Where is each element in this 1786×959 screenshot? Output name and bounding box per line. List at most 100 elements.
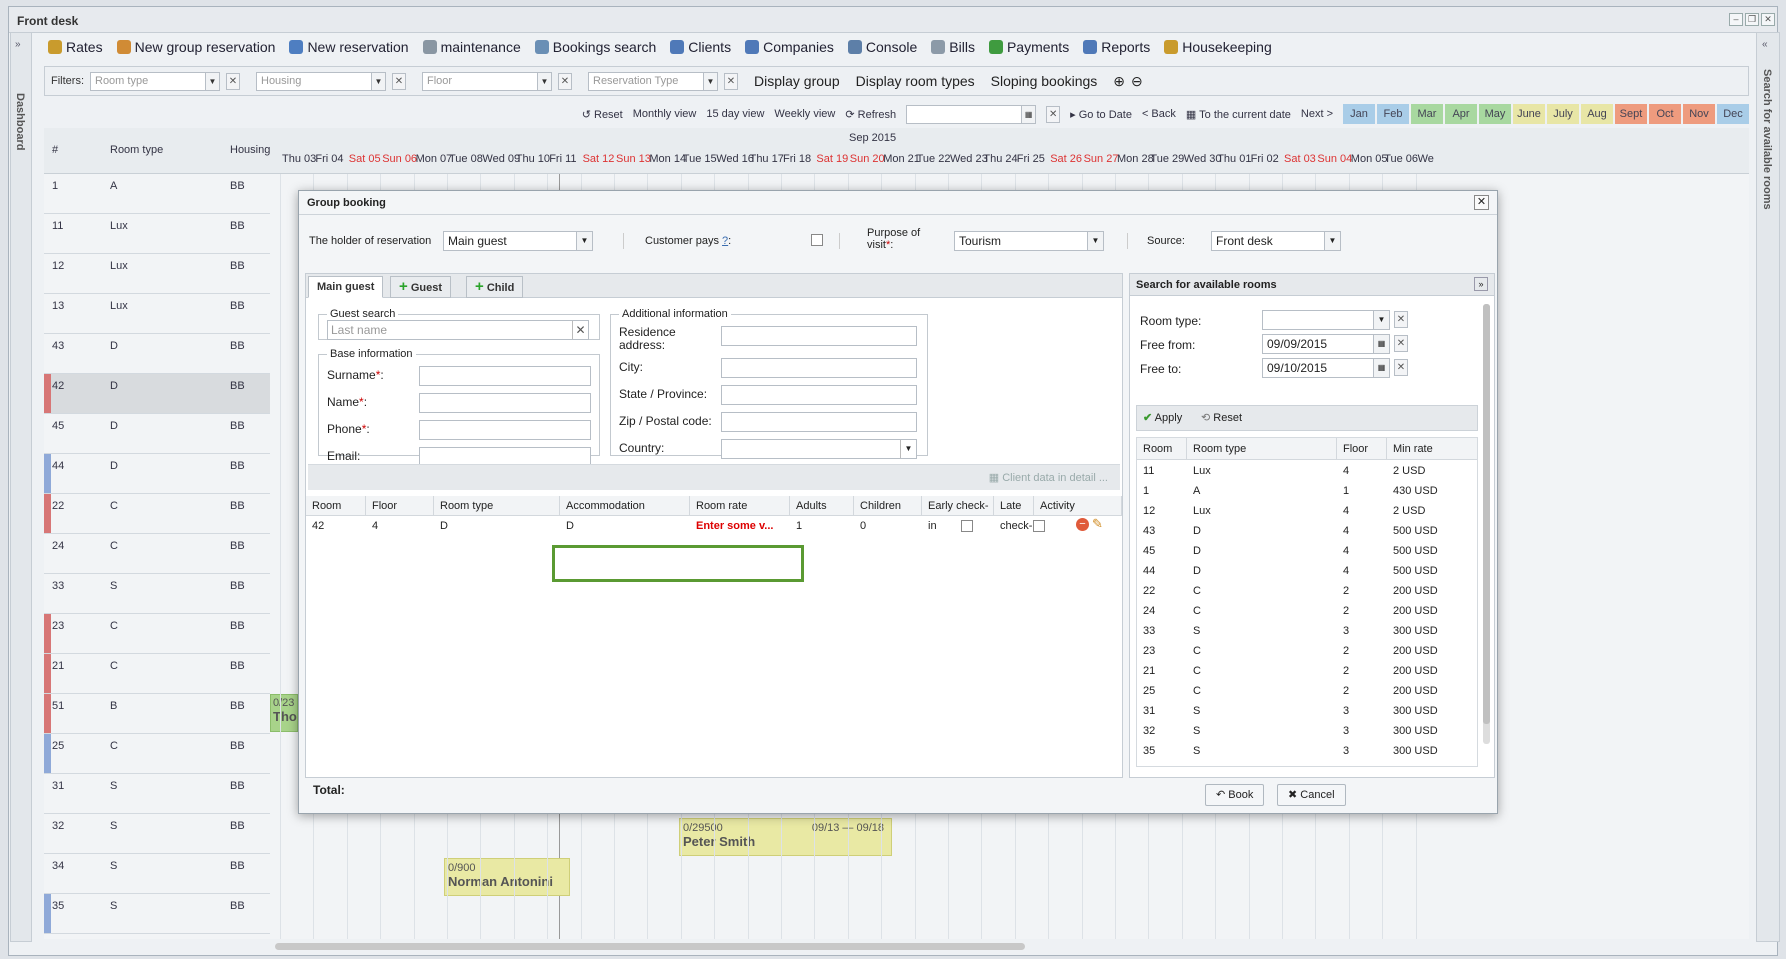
table-row[interactable]: 1 A 1 430 USD [1137, 481, 1477, 501]
room-row[interactable]: 24 C BB [44, 534, 270, 574]
room-row[interactable]: 25 C BB [44, 734, 270, 774]
room-row[interactable]: 31 S BB [44, 774, 270, 814]
chevron-down-icon[interactable]: ▼ [1324, 232, 1340, 250]
table-row[interactable]: 33 S 3 300 USD [1137, 621, 1477, 641]
table-row[interactable]: 43 D 4 500 USD [1137, 521, 1477, 541]
reservation-type-filter[interactable]: Reservation Type ▼ [588, 71, 718, 91]
month-button[interactable]: Sept [1615, 104, 1647, 124]
chevron-down-icon[interactable]: ▼ [205, 72, 219, 90]
table-row[interactable]: 44 D 4 500 USD [1137, 561, 1477, 581]
column-header[interactable]: Room [1137, 438, 1187, 460]
toolbar-companies-button[interactable]: Companies [745, 39, 834, 55]
display-room-types-link[interactable]: Display room types [856, 73, 975, 89]
column-header[interactable]: Adults [790, 496, 854, 516]
room-row[interactable]: 11 Lux BB [44, 214, 270, 254]
column-header[interactable]: Min rate [1387, 438, 1477, 460]
table-row[interactable]: 24 C 2 200 USD [1137, 601, 1477, 621]
room-type-select[interactable]: ▼ [1262, 310, 1390, 330]
clear-icon[interactable]: ✕ [724, 72, 738, 90]
chevron-down-icon[interactable]: ▼ [703, 72, 717, 90]
room-row[interactable]: 13 Lux BB [44, 294, 270, 334]
month-button[interactable]: Feb [1377, 104, 1409, 124]
state-input[interactable] [721, 385, 917, 405]
refresh-button[interactable]: ⟳ Refresh [845, 108, 896, 121]
table-row[interactable]: 45 D 4 500 USD [1137, 541, 1477, 561]
chevron-down-icon[interactable]: ▼ [371, 72, 385, 90]
column-header[interactable]: Room rate [690, 496, 790, 516]
toolbar-reports-button[interactable]: Reports [1083, 39, 1150, 55]
room-row[interactable]: 21 C BB [44, 654, 270, 694]
calendar-icon[interactable]: ▦ [1373, 359, 1389, 377]
column-header[interactable]: Activity [1034, 496, 1122, 516]
month-button[interactable]: July [1547, 104, 1579, 124]
table-row[interactable]: 12 Lux 4 2 USD [1137, 501, 1477, 521]
table-row[interactable]: 31 S 3 300 USD [1137, 701, 1477, 721]
room-row[interactable]: 43 D BB [44, 334, 270, 374]
dashboard-sidebar[interactable]: » Dashboard [10, 32, 32, 942]
toolbar-bills-button[interactable]: Bills [931, 39, 975, 55]
zip-input[interactable] [721, 412, 917, 432]
next-button[interactable]: Next > [1301, 108, 1333, 120]
booking-bar[interactable]: 0/2950009/13 — 09/18 Peter Smith [679, 818, 892, 856]
tab-main-guest[interactable]: Main guest [308, 276, 384, 298]
weekly-view-button[interactable]: Weekly view [774, 108, 835, 120]
close-icon[interactable]: ✕ [1474, 195, 1489, 210]
chevron-down-icon[interactable]: ▼ [1087, 232, 1103, 250]
column-header[interactable]: Room [306, 496, 366, 516]
room-row[interactable]: 1 A BB [44, 174, 270, 214]
clear-icon[interactable]: ✕ [572, 321, 588, 339]
calendar-icon[interactable]: ▦ [1021, 105, 1036, 123]
cell-accommodation[interactable]: D [560, 517, 574, 535]
month-button[interactable]: Jan [1343, 104, 1375, 124]
room-row[interactable]: 22 C BB [44, 494, 270, 534]
cell-room-rate[interactable]: Enter some v... [690, 517, 773, 535]
late-checkout-checkbox[interactable] [1033, 520, 1045, 532]
month-button[interactable]: May [1479, 104, 1511, 124]
table-row[interactable]: 21 C 2 200 USD [1137, 661, 1477, 681]
zoom-out-icon[interactable]: ⊖ [1131, 73, 1143, 90]
table-row[interactable]: 25 C 2 200 USD [1137, 681, 1477, 701]
sloping-bookings-link[interactable]: Sloping bookings [991, 73, 1098, 89]
free-from-input[interactable]: 09/09/2015 ▦ [1262, 334, 1390, 354]
restore-icon[interactable]: ❐ [1745, 13, 1759, 26]
clear-icon[interactable]: ✕ [1046, 105, 1061, 123]
column-header[interactable]: Accommodation [560, 496, 690, 516]
expand-icon[interactable]: » [15, 39, 21, 50]
room-row[interactable]: 32 S BB [44, 814, 270, 854]
month-button[interactable]: June [1513, 104, 1545, 124]
toolbar-new-group-reservation-button[interactable]: New group reservation [116, 39, 275, 55]
room-row[interactable]: 35 S BB [44, 894, 270, 934]
table-row[interactable]: 22 C 2 200 USD [1137, 581, 1477, 601]
edit-icon[interactable]: ✎ [1092, 516, 1103, 532]
column-header[interactable]: Room type [434, 496, 560, 516]
display-group-link[interactable]: Display group [754, 73, 840, 89]
source-select[interactable]: Front desk ▼ [1211, 231, 1341, 251]
table-row[interactable]: 23 C 2 200 USD [1137, 641, 1477, 661]
column-header[interactable]: Late check- [994, 496, 1034, 532]
room-row[interactable]: 44 D BB [44, 454, 270, 494]
table-row[interactable]: 35 S 3 300 USD [1137, 741, 1477, 761]
zoom-in-icon[interactable]: ⊕ [1113, 73, 1125, 90]
month-button[interactable]: Dec [1717, 104, 1749, 124]
back-button[interactable]: < Back [1142, 108, 1176, 120]
booking-bar[interactable]: 0/23 Tho [270, 694, 298, 732]
client-detail-button[interactable]: ▦ Client data in detail ... [989, 471, 1108, 484]
date-input[interactable]: ▦ [906, 104, 1037, 124]
reset-button[interactable]: ⟲ Reset [1201, 411, 1242, 424]
fifteen-day-view-button[interactable]: 15 day view [706, 108, 764, 120]
monthly-view-button[interactable]: Monthly view [633, 108, 697, 120]
chevron-down-icon[interactable]: ▼ [576, 232, 592, 250]
country-select[interactable]: ▼ [721, 439, 917, 459]
room-type-filter[interactable]: Room type ▼ [90, 71, 220, 91]
room-row[interactable]: 33 S BB [44, 574, 270, 614]
vertical-scrollbar[interactable] [1483, 304, 1490, 744]
room-row[interactable]: 12 Lux BB [44, 254, 270, 294]
book-button[interactable]: ↶ Book [1205, 784, 1265, 806]
early-checkin-checkbox[interactable] [961, 520, 973, 532]
toolbar-clients-button[interactable]: Clients [670, 39, 731, 55]
toolbar-maintenance-button[interactable]: maintenance [422, 39, 521, 55]
chevron-down-icon[interactable]: ▼ [1373, 311, 1389, 329]
remove-icon[interactable]: − [1076, 518, 1089, 531]
room-row[interactable]: 45 D BB [44, 414, 270, 454]
month-button[interactable]: Apr [1445, 104, 1477, 124]
